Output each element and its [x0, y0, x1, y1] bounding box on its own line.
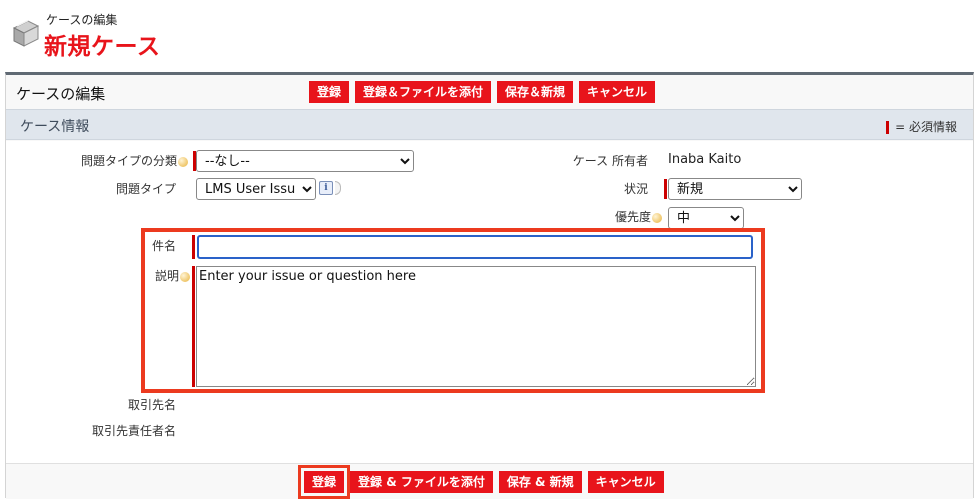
- help-bubble-icon: [180, 271, 190, 282]
- page-header: ケースの編集 新規ケース: [6, 8, 306, 64]
- panel-header: ケースの編集 登録 登録＆ファイルを添付 保存＆新規 キャンセル: [6, 75, 973, 108]
- status-select[interactable]: 新規: [668, 178, 802, 200]
- save-button[interactable]: 登録: [309, 81, 350, 103]
- save-and-attach-button[interactable]: 登録＆ファイルを添付: [355, 81, 492, 103]
- case-owner-label: ケース 所有者: [572, 154, 648, 168]
- page-subtitle: ケースの編集: [46, 13, 118, 27]
- required-marker-icon: [192, 266, 195, 387]
- panel-title: ケースの編集: [16, 85, 106, 103]
- priority-label: 優先度: [540, 208, 662, 225]
- case-briefcase-icon: [12, 19, 40, 47]
- cancel-button[interactable]: キャンセル: [579, 81, 656, 103]
- info-icon[interactable]: i: [319, 181, 333, 195]
- required-marker-icon: [192, 235, 195, 259]
- save-and-new-button[interactable]: 保存＆新規: [497, 81, 574, 103]
- issue-category-label: 問題タイプの分類: [60, 152, 188, 169]
- bottom-button-row: 登録 登録 & ファイルを添付 保存 & 新規 キャンセル: [297, 465, 664, 499]
- subject-label: 件名: [151, 239, 176, 253]
- case-owner-value: Inaba Kaito: [668, 152, 742, 167]
- required-marker-icon: [664, 179, 667, 199]
- account-name-label: 取引先名: [127, 398, 176, 412]
- help-bubble-icon: [652, 212, 662, 223]
- required-legend: = 必須情報: [886, 118, 957, 135]
- section-title: ケース情報: [20, 119, 90, 135]
- section-header: ケース情報 = 必須情報: [6, 109, 973, 140]
- bottom-save-and-attach-button[interactable]: 登録 & ファイルを添付: [350, 471, 493, 493]
- help-bubble-icon: [178, 156, 188, 167]
- contact-name-label: 取引先責任者名: [91, 424, 176, 438]
- required-marker-icon: [886, 121, 890, 134]
- description-textarea[interactable]: [196, 266, 756, 387]
- required-legend-text: = 必須情報: [895, 120, 957, 134]
- bottom-save-button[interactable]: 登録: [297, 465, 351, 499]
- subject-input[interactable]: [197, 235, 753, 259]
- priority-select[interactable]: 中: [668, 207, 744, 229]
- issue-type-label: 問題タイプ: [115, 182, 176, 196]
- status-label: 状況: [623, 182, 648, 196]
- issue-category-select[interactable]: --なし--: [196, 150, 414, 172]
- top-button-row: 登録 登録＆ファイルを添付 保存＆新規 キャンセル: [309, 81, 656, 103]
- issue-type-select[interactable]: LMS User Issue: [196, 178, 316, 200]
- bottom-cancel-button[interactable]: キャンセル: [587, 471, 664, 493]
- bottom-bar: 登録 登録 & ファイルを添付 保存 & 新規 キャンセル: [6, 463, 973, 499]
- bottom-save-and-new-button[interactable]: 保存 & 新規: [498, 471, 582, 493]
- description-label: 説明: [140, 267, 190, 284]
- page-title: 新規ケース: [44, 34, 161, 60]
